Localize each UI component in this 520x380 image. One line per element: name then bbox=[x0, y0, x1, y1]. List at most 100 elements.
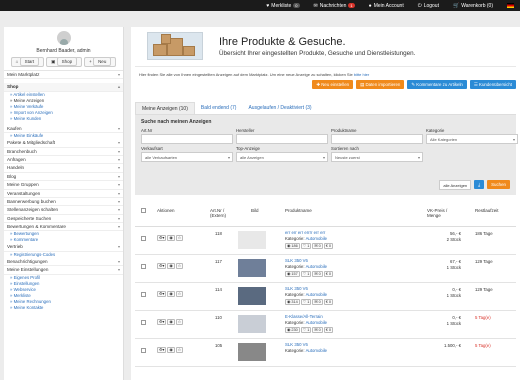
account-link[interactable]: ● Mein Account bbox=[369, 3, 404, 9]
row-kategorie-link[interactable]: Automobile bbox=[306, 292, 328, 297]
row-product-link[interactable]: err err err errrr err err bbox=[285, 230, 325, 235]
chevron-down-icon: ▾ bbox=[117, 224, 120, 230]
row-checkbox[interactable] bbox=[141, 348, 146, 354]
kategorie-select[interactable]: Alle Kategorien bbox=[426, 134, 518, 144]
intro-link[interactable]: bitte hier bbox=[354, 72, 369, 77]
shop-button[interactable]: ▣ Shop bbox=[46, 57, 83, 67]
settings-icon[interactable]: ⚙▾ bbox=[157, 235, 167, 241]
row-kategorie-link[interactable]: Automobile bbox=[306, 264, 328, 269]
row-kategorie-link[interactable]: Automobile bbox=[306, 348, 328, 353]
nachrichten-link[interactable]: ✉ Nachrichten 1 bbox=[314, 3, 355, 9]
star-icon[interactable]: ☆ bbox=[175, 319, 184, 325]
verkaufsart-select[interactable]: alle Verkaufsarten bbox=[141, 152, 233, 162]
language-flag-icon[interactable] bbox=[507, 3, 514, 8]
produktname-input[interactable] bbox=[331, 134, 423, 144]
star-icon[interactable]: ☆ bbox=[175, 347, 184, 353]
sortieren-select[interactable]: Neuste zuerst bbox=[331, 152, 423, 162]
sidebar-item-benachrichtigungen[interactable]: Benachrichtigungen ▾ bbox=[4, 258, 123, 267]
row-product-link[interactable]: SLK 350 V6 bbox=[285, 258, 308, 263]
select-all-checkbox[interactable] bbox=[141, 208, 146, 214]
sidebar-item-einstellungen[interactable]: Meine Einstellungen ▾ bbox=[4, 266, 123, 275]
sidebar-sub-kontakte[interactable]: » Meine Kontakte bbox=[4, 305, 123, 311]
product-thumbnail[interactable] bbox=[238, 231, 266, 249]
eye-icon[interactable]: ◉ bbox=[167, 319, 175, 325]
kommentare-button[interactable]: ✎ Kommentare zu Artikeln bbox=[407, 80, 467, 89]
row-actions: ⚙▾ ◉ ☆ bbox=[157, 319, 184, 325]
topanzeige-select[interactable]: alle Anzeigen bbox=[236, 152, 328, 162]
product-thumbnail[interactable] bbox=[238, 287, 266, 305]
start-button[interactable]: ⌂ Start bbox=[10, 57, 45, 67]
star-icon[interactable]: ☆ bbox=[175, 263, 184, 269]
sidebar-item-bannerwerbung[interactable]: Bannerwerbung buchen ▾ bbox=[4, 198, 123, 207]
hersteller-input[interactable] bbox=[236, 134, 328, 144]
row-product-link[interactable]: SLK 350 V6 bbox=[285, 286, 308, 291]
star-icon[interactable]: ☆ bbox=[175, 291, 184, 297]
sidebar-item-marktplatz[interactable]: Mein Marktplatz ▾ bbox=[4, 71, 123, 80]
table-row: ⚙▾ ◉ ☆ 110 E-Klasse/All-Terrain Kategorie: Au… bbox=[135, 311, 516, 339]
row-checkbox[interactable] bbox=[141, 236, 146, 242]
row-checkbox[interactable] bbox=[141, 264, 146, 270]
tab-bald-endend[interactable]: Bald endend (7) bbox=[195, 102, 243, 114]
settings-icon[interactable]: ⚙▾ bbox=[157, 347, 167, 353]
sidebar-item-bewertungen[interactable]: Bewertungen & Kommentare ▾ bbox=[4, 223, 123, 232]
suchen-button[interactable]: Suchen bbox=[487, 180, 510, 189]
sidebar-item-gruppen[interactable]: Meine Gruppen ▾ bbox=[4, 181, 123, 190]
sidebar-label: Shop bbox=[7, 84, 19, 90]
chevron-down-icon: ▾ bbox=[117, 125, 120, 131]
sidebar-item-veranstaltungen[interactable]: Veranstaltungen ▾ bbox=[4, 190, 123, 198]
neu-einstellen-button[interactable]: ✚ Neu einstellen bbox=[312, 80, 354, 89]
tab-ausgelaufen[interactable]: Ausgelaufen / Deaktiviert (3) bbox=[242, 102, 317, 114]
anzeigen-count-select[interactable]: alle Anzeigen bbox=[439, 180, 472, 190]
tab-meine-anzeigen[interactable]: Meine Anzeigen (10) bbox=[135, 102, 195, 114]
settings-icon[interactable]: ⚙▾ bbox=[157, 291, 167, 297]
avatar bbox=[56, 31, 71, 45]
label-verkaufsart: Verkaufsart bbox=[141, 146, 163, 151]
sidebar-item-pakete[interactable]: Pakete & Mitgliedschaft ▾ bbox=[4, 139, 123, 148]
watch-value: 1 bbox=[307, 272, 310, 276]
sidebar-item-shop[interactable]: Shop ▴ bbox=[4, 83, 123, 92]
heart-icon: ♥ bbox=[266, 2, 270, 9]
eye-icon[interactable]: ◉ bbox=[167, 347, 175, 353]
kundenuebersicht-button[interactable]: ☰ Kundenübersicht bbox=[469, 80, 516, 89]
views-value: 157 bbox=[291, 272, 298, 276]
sidebar-label: Vertrieb bbox=[7, 244, 23, 250]
settings-icon[interactable]: ⚙▾ bbox=[157, 319, 167, 325]
product-thumbnail[interactable] bbox=[238, 315, 266, 333]
sidebar-item-kaufen[interactable]: Kaufen ▾ bbox=[4, 125, 123, 134]
row-checkbox[interactable] bbox=[141, 292, 146, 298]
product-thumbnail[interactable] bbox=[238, 343, 266, 361]
eye-icon[interactable]: ◉ bbox=[167, 263, 175, 269]
sidebar-item-blog[interactable]: Blog ▾ bbox=[4, 173, 123, 182]
merkliste-link[interactable]: ♥ Merkliste 0 bbox=[266, 2, 300, 9]
row-kategorie-link[interactable]: Automobile bbox=[306, 320, 328, 325]
sidebar-item-stellenanzeigen[interactable]: Stellenanzeigen schalten ▾ bbox=[4, 206, 123, 215]
artnr-input[interactable] bbox=[141, 134, 233, 144]
watch-counter: ♡ 1 bbox=[300, 243, 312, 249]
warenkorb-link[interactable]: 🛒 Warenkorb (0) bbox=[453, 3, 493, 9]
row-price: 67,- € bbox=[450, 259, 461, 264]
row-artnr: 117 bbox=[215, 259, 222, 264]
row-kategorie-link[interactable]: Automobile bbox=[306, 236, 328, 241]
sidebar-item-vertrieb[interactable]: Vertrieb ▾ bbox=[4, 243, 123, 252]
sidebar-item-gespeicherte-suchen[interactable]: Gespeicherte Suchen ▾ bbox=[4, 215, 123, 224]
star-icon[interactable]: ☆ bbox=[175, 235, 184, 241]
download-icon[interactable]: ⤓ bbox=[474, 180, 485, 189]
row-artnr: 114 bbox=[215, 287, 222, 292]
neu-button[interactable]: + Neu bbox=[84, 57, 117, 67]
logout-link[interactable]: ⏻ Logout bbox=[418, 3, 439, 9]
eye-icon[interactable]: ◉ bbox=[167, 235, 175, 241]
settings-icon[interactable]: ⚙▾ bbox=[157, 263, 167, 269]
row-product-link[interactable]: SLK 350 V6 bbox=[285, 342, 308, 347]
merkliste-badge: 0 bbox=[293, 3, 300, 8]
main-content: Ihre Produkte & Gesuche. Übersicht Ihrer… bbox=[131, 27, 520, 380]
msg-value: 0 bbox=[318, 328, 321, 332]
sidebar-item-branchenbuch[interactable]: Branchenbuch ▾ bbox=[4, 148, 123, 156]
product-thumbnail[interactable] bbox=[238, 259, 266, 277]
row-product-link[interactable]: E-Klasse/All-Terrain bbox=[285, 314, 323, 319]
chevron-down-icon: ▾ bbox=[117, 148, 120, 154]
sidebar-item-handeln[interactable]: Handeln ▾ bbox=[4, 164, 123, 173]
sidebar-item-anfragen[interactable]: Anfragen ▾ bbox=[4, 156, 123, 165]
eye-icon[interactable]: ◉ bbox=[167, 291, 175, 297]
row-checkbox[interactable] bbox=[141, 320, 146, 326]
daten-importieren-button[interactable]: ▤ Daten importieren bbox=[356, 80, 405, 89]
